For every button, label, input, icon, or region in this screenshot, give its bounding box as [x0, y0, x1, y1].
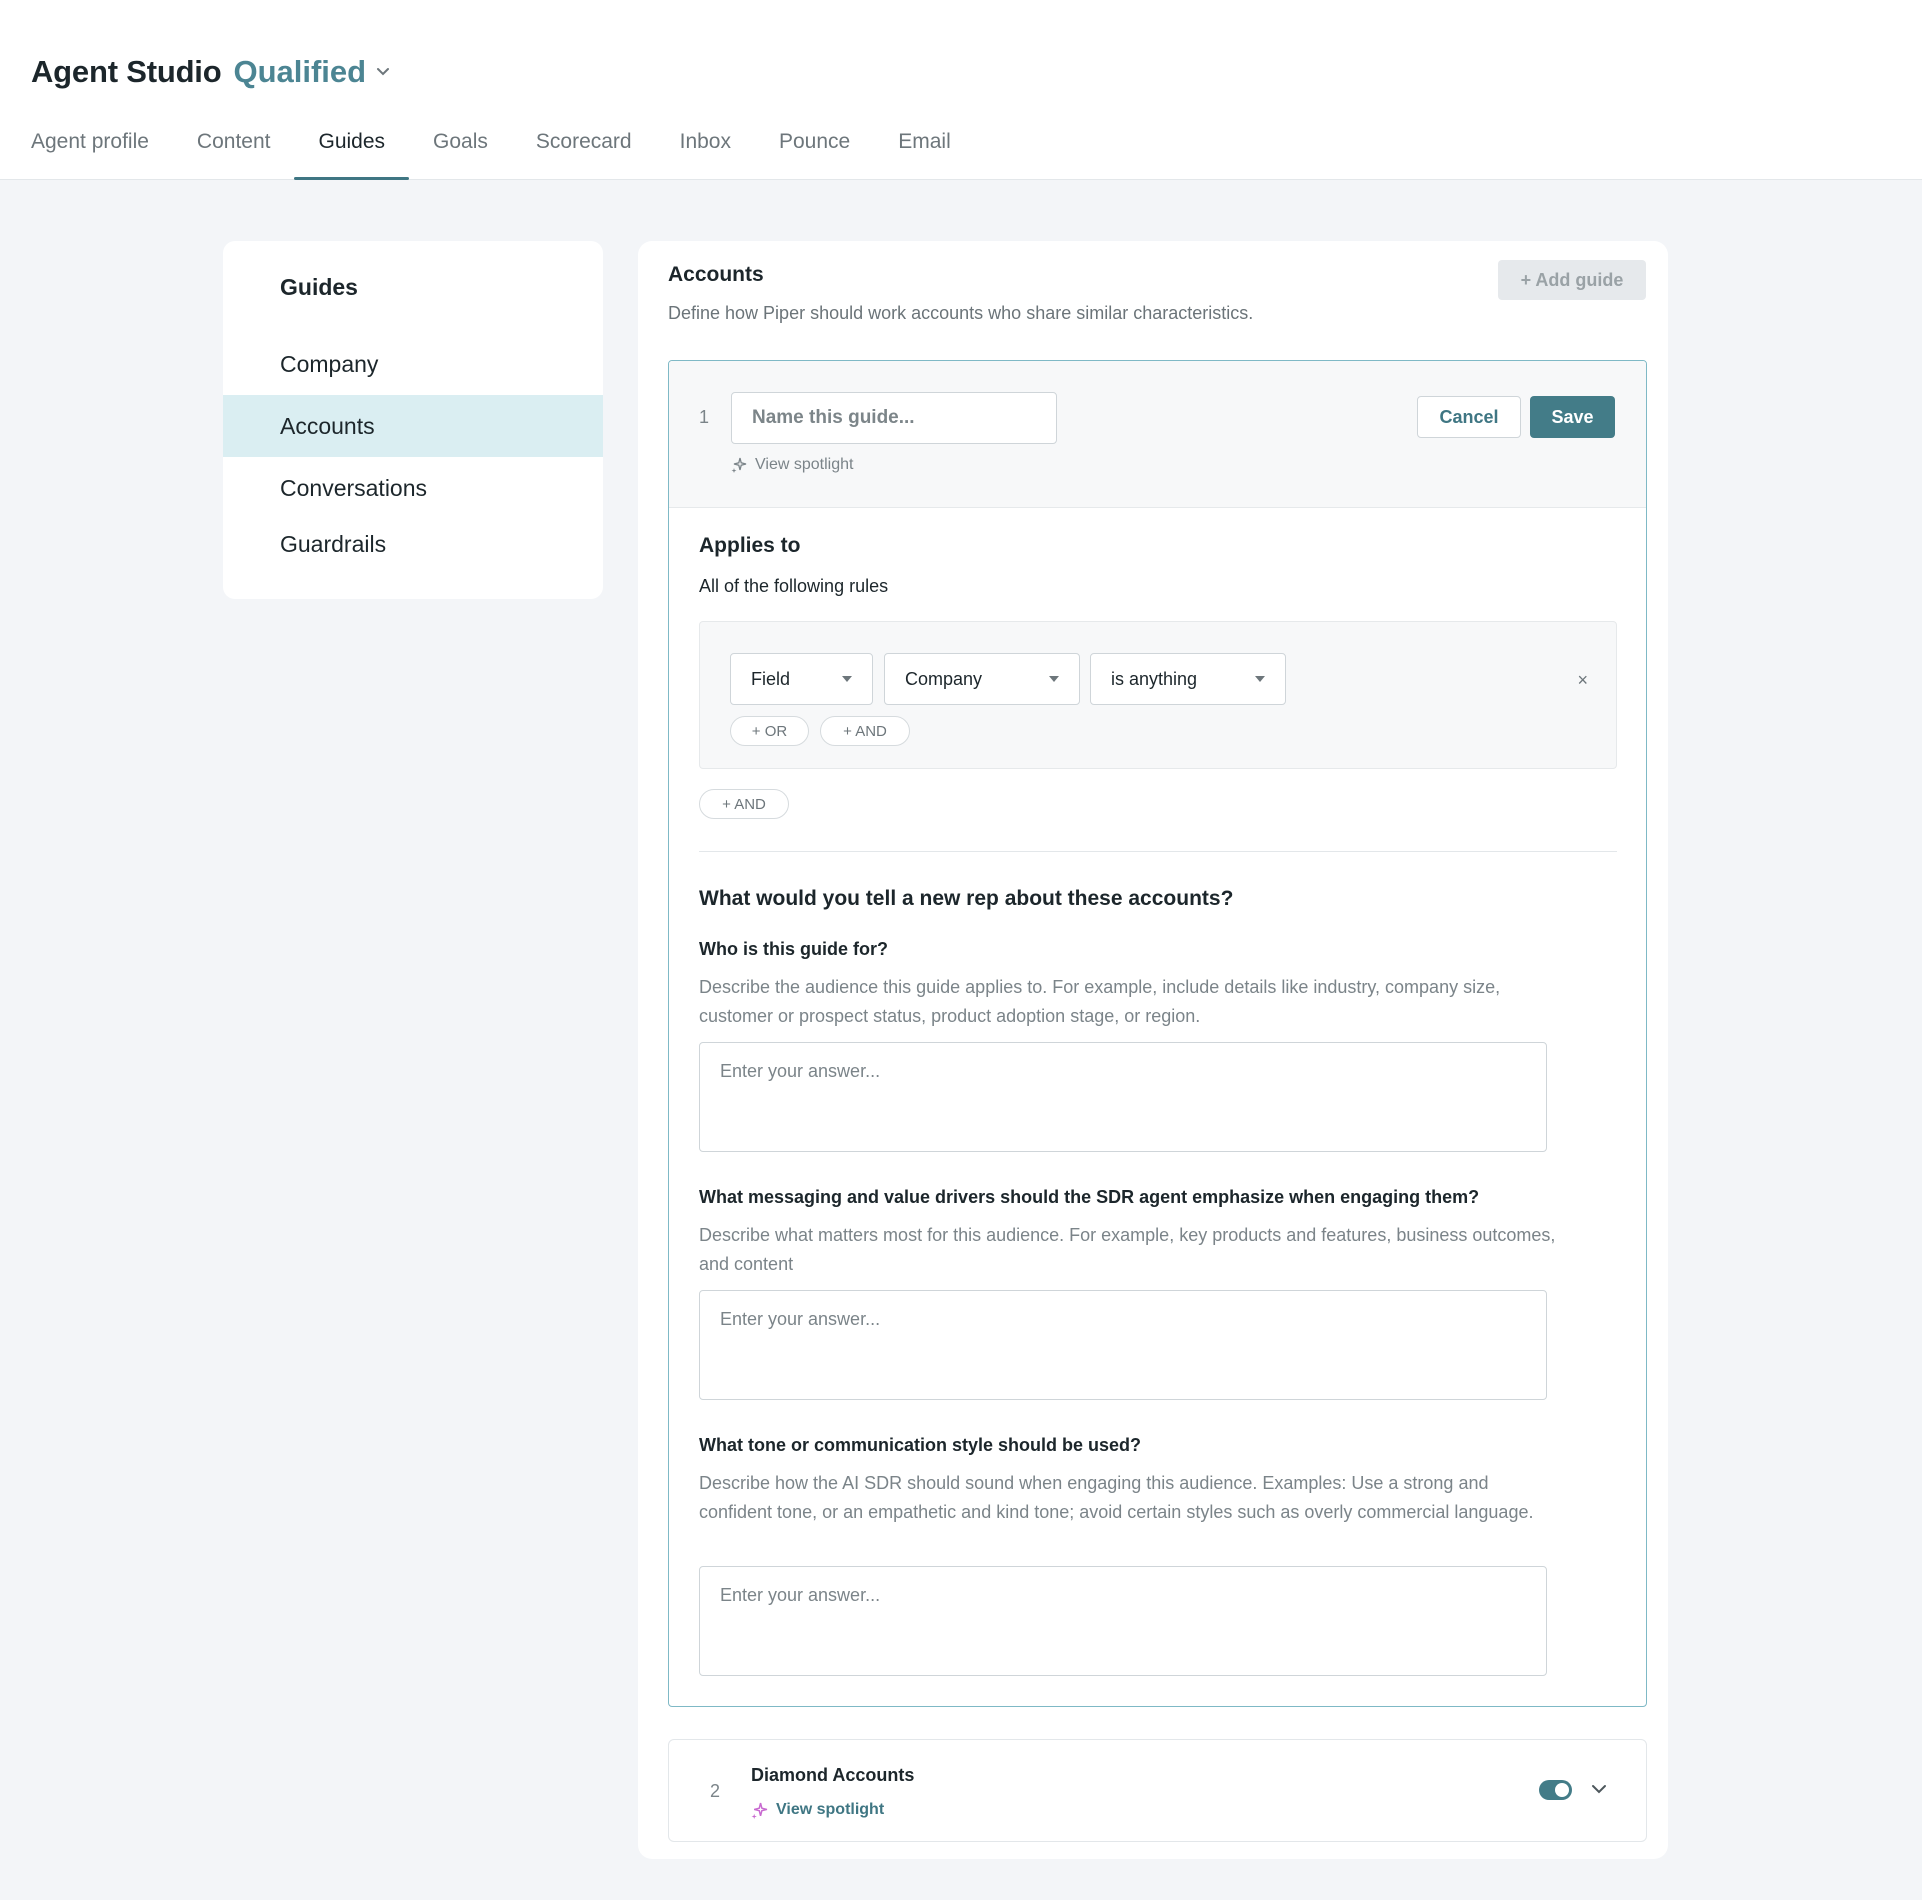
- object-select[interactable]: Company: [884, 653, 1080, 705]
- view-spotlight-label: View spotlight: [755, 456, 854, 473]
- panel-description: Define how Piper should work accounts wh…: [668, 303, 1254, 323]
- add-and-button[interactable]: + AND: [820, 716, 910, 746]
- sidebar-item-conversations[interactable]: Conversations: [223, 457, 603, 519]
- guide-name-input[interactable]: [731, 392, 1057, 444]
- view-spotlight-link[interactable]: View spotlight: [731, 456, 853, 474]
- question-description: Describe what matters most for this audi…: [699, 1225, 1556, 1274]
- guide-name: Diamond Accounts: [751, 1765, 915, 1785]
- main-tabs: Agent profile Content Guides Goals Score…: [31, 130, 999, 180]
- sidebar-item-guardrails[interactable]: Guardrails: [223, 519, 603, 569]
- answer-messaging-input[interactable]: [699, 1290, 1547, 1400]
- guide-index: 2: [710, 1781, 721, 1801]
- add-and-group-button[interactable]: + AND: [699, 789, 789, 819]
- question-description: Describe how the AI SDR should sound whe…: [699, 1473, 1534, 1522]
- applies-to-subtitle: All of the following rules: [699, 576, 889, 596]
- question-label: What messaging and value drivers should …: [699, 1187, 1480, 1207]
- sidebar-heading: Guides: [280, 274, 358, 300]
- tab-content[interactable]: Content: [197, 130, 271, 180]
- view-spotlight-label: View spotlight: [776, 1801, 885, 1818]
- divider: [699, 851, 1617, 852]
- chevron-down-icon[interactable]: [376, 65, 390, 79]
- rule-group: Field Company is anything × + OR + AND: [699, 621, 1617, 769]
- applies-to-title: Applies to: [699, 534, 801, 557]
- answer-tone-input[interactable]: [699, 1566, 1547, 1676]
- object-select-value: Company: [905, 668, 983, 689]
- sidebar-item-accounts[interactable]: Accounts: [223, 395, 603, 457]
- question-label: Who is this guide for?: [699, 939, 888, 959]
- caret-down-icon: [1049, 676, 1059, 682]
- top-header: Agent Studio Qualified Agent profile Con…: [0, 0, 1922, 180]
- accounts-panel: Accounts Define how Piper should work ac…: [638, 241, 1668, 1859]
- tab-agent-profile[interactable]: Agent profile: [31, 130, 149, 180]
- guides-sidebar: Guides Company Accounts Conversations Gu…: [223, 241, 603, 599]
- field-select-value: Field: [751, 668, 791, 689]
- sparkle-icon: [731, 457, 747, 473]
- chevron-down-icon[interactable]: [1591, 1782, 1607, 1800]
- guide-enabled-toggle[interactable]: [1539, 1780, 1572, 1800]
- answer-audience-input[interactable]: [699, 1042, 1547, 1152]
- app-title: Agent Studio Qualified: [31, 54, 390, 90]
- question-description: Describe the audience this guide applies…: [699, 977, 1501, 1026]
- workspace-switcher[interactable]: Qualified: [233, 54, 366, 90]
- tab-goals[interactable]: Goals: [433, 130, 488, 180]
- guide-editor-header: 1 View spotlight Cancel Save: [669, 361, 1646, 508]
- question-label: What tone or communication style should …: [699, 1435, 1142, 1455]
- operator-select-value: is anything: [1111, 668, 1198, 689]
- caret-down-icon: [842, 676, 852, 682]
- tab-pounce[interactable]: Pounce: [779, 130, 850, 180]
- guide-row[interactable]: 2 Diamond Accounts View spotlight: [668, 1739, 1647, 1842]
- tab-email[interactable]: Email: [898, 130, 951, 180]
- tab-inbox[interactable]: Inbox: [680, 130, 731, 180]
- field-select[interactable]: Field: [730, 653, 873, 705]
- add-or-button[interactable]: + OR: [730, 716, 809, 746]
- sparkle-icon: [751, 1802, 768, 1819]
- sidebar-item-company[interactable]: Company: [223, 333, 603, 395]
- guide-index: 1: [699, 407, 710, 427]
- view-spotlight-link[interactable]: View spotlight: [751, 1801, 884, 1819]
- tab-scorecard[interactable]: Scorecard: [536, 130, 632, 180]
- cancel-button[interactable]: Cancel: [1417, 396, 1521, 438]
- guide-editor: 1 View spotlight Cancel Save Applies to …: [668, 360, 1647, 1707]
- save-button[interactable]: Save: [1530, 396, 1615, 438]
- add-guide-button[interactable]: + Add guide: [1498, 260, 1646, 300]
- operator-select[interactable]: is anything: [1090, 653, 1286, 705]
- tab-guides[interactable]: Guides: [294, 130, 409, 180]
- app-name: Agent Studio: [31, 54, 222, 89]
- remove-rule-icon[interactable]: ×: [1577, 670, 1588, 691]
- questions-title: What would you tell a new rep about thes…: [699, 887, 1234, 910]
- caret-down-icon: [1255, 676, 1265, 682]
- panel-title: Accounts: [668, 263, 764, 286]
